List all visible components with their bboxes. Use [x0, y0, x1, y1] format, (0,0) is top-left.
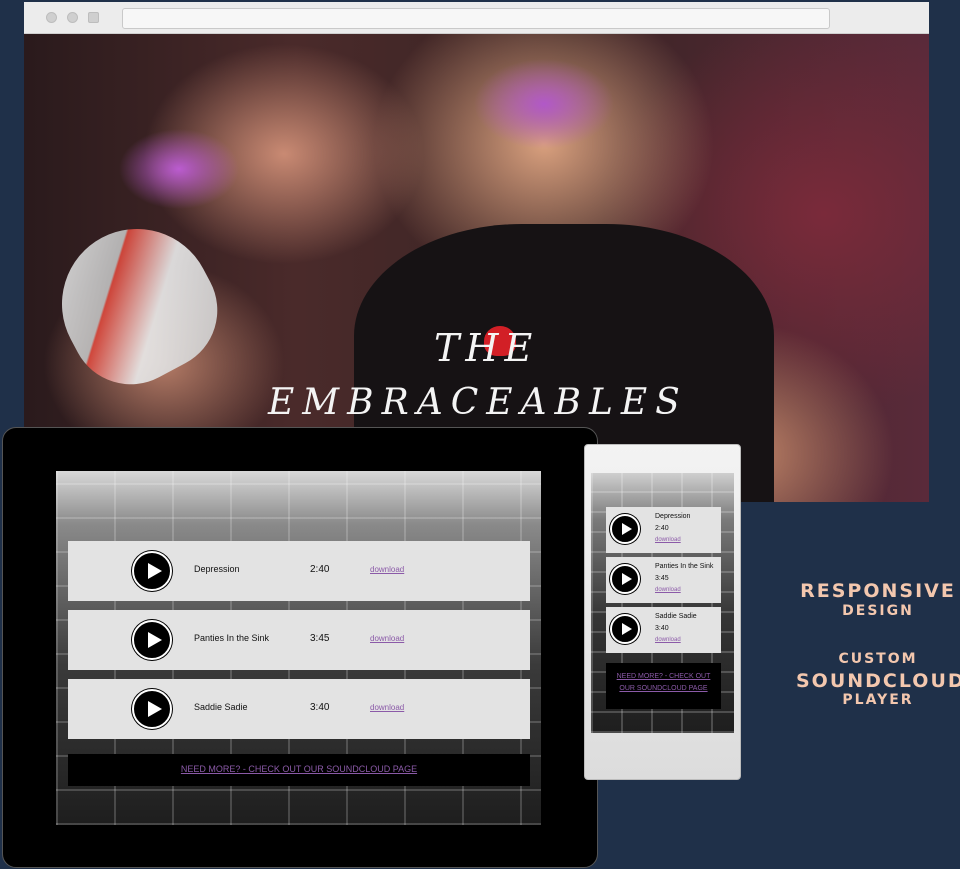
track-row: Saddie Sadie 3:40 download [68, 679, 530, 739]
hero-photo-can [35, 202, 239, 406]
track-duration: 3:45 [655, 575, 669, 582]
download-link[interactable]: download [370, 634, 404, 643]
track-name: Saddie Sadie [194, 702, 248, 712]
track-duration: 3:40 [310, 702, 330, 713]
caption-responsive: RESPONSIVE [800, 580, 956, 602]
play-icon[interactable] [610, 564, 640, 594]
caption-design: DESIGN [842, 603, 914, 619]
track-name: Depression [655, 513, 691, 520]
band-title-the: THE [434, 326, 539, 370]
download-link[interactable]: download [655, 587, 681, 593]
track-row: Depression 2:40 download [606, 507, 721, 553]
soundcloud-more-link[interactable]: NEED MORE? - CHECK OUT OUR SOUNDCLOUD PA… [610, 671, 717, 695]
tablet-screen: Depression 2:40 download Panties In the … [56, 471, 541, 825]
download-link[interactable]: download [655, 637, 681, 643]
play-icon[interactable] [610, 614, 640, 644]
tablet-mockup: Depression 2:40 download Panties In the … [2, 427, 598, 868]
track-name: Saddie Sadie [655, 613, 697, 620]
track-row: Panties In the Sink 3:45 download [68, 610, 530, 670]
download-link[interactable]: download [370, 703, 404, 712]
track-name: Depression [194, 564, 240, 574]
band-title-name: EMBRACEABLES [268, 382, 688, 423]
track-duration: 2:40 [310, 564, 330, 575]
soundcloud-more-bar: NEED MORE? - CHECK OUT OUR SOUNDCLOUD PA… [68, 754, 530, 786]
track-row: Depression 2:40 download [68, 541, 530, 601]
download-link[interactable]: download [655, 537, 681, 543]
caption-player: PLAYER [842, 692, 914, 708]
soundcloud-more-link[interactable]: NEED MORE? - CHECK OUT OUR SOUNDCLOUD PA… [68, 764, 530, 774]
play-icon[interactable] [132, 689, 172, 729]
address-bar[interactable] [122, 8, 830, 29]
track-row: Panties In the Sink 3:45 download [606, 557, 721, 603]
browser-toolbar [24, 2, 929, 34]
window-maximize-dot[interactable] [88, 12, 99, 23]
caption-soundcloud: SOUNDCLOUD [796, 670, 960, 692]
caption-custom: CUSTOM [838, 651, 918, 667]
track-duration: 2:40 [655, 525, 669, 532]
track-name: Panties In the Sink [655, 563, 714, 570]
phone-mockup: Depression 2:40 download Panties In the … [584, 444, 741, 780]
window-close-dot[interactable] [46, 12, 57, 23]
soundcloud-more-link-line2: OUR SOUNDCLOUD PAGE [619, 685, 708, 692]
play-icon[interactable] [132, 620, 172, 660]
soundcloud-more-bar: NEED MORE? - CHECK OUT OUR SOUNDCLOUD PA… [606, 663, 721, 709]
phone-screen: Depression 2:40 download Panties In the … [591, 473, 734, 733]
track-duration: 3:45 [310, 633, 330, 644]
track-name: Panties In the Sink [194, 633, 270, 643]
play-icon[interactable] [132, 551, 172, 591]
play-icon[interactable] [610, 514, 640, 544]
track-duration: 3:40 [655, 625, 669, 632]
track-row: Saddie Sadie 3:40 download [606, 607, 721, 653]
download-link[interactable]: download [370, 565, 404, 574]
soundcloud-more-link-line1: NEED MORE? - CHECK OUT [616, 673, 711, 680]
window-minimize-dot[interactable] [67, 12, 78, 23]
